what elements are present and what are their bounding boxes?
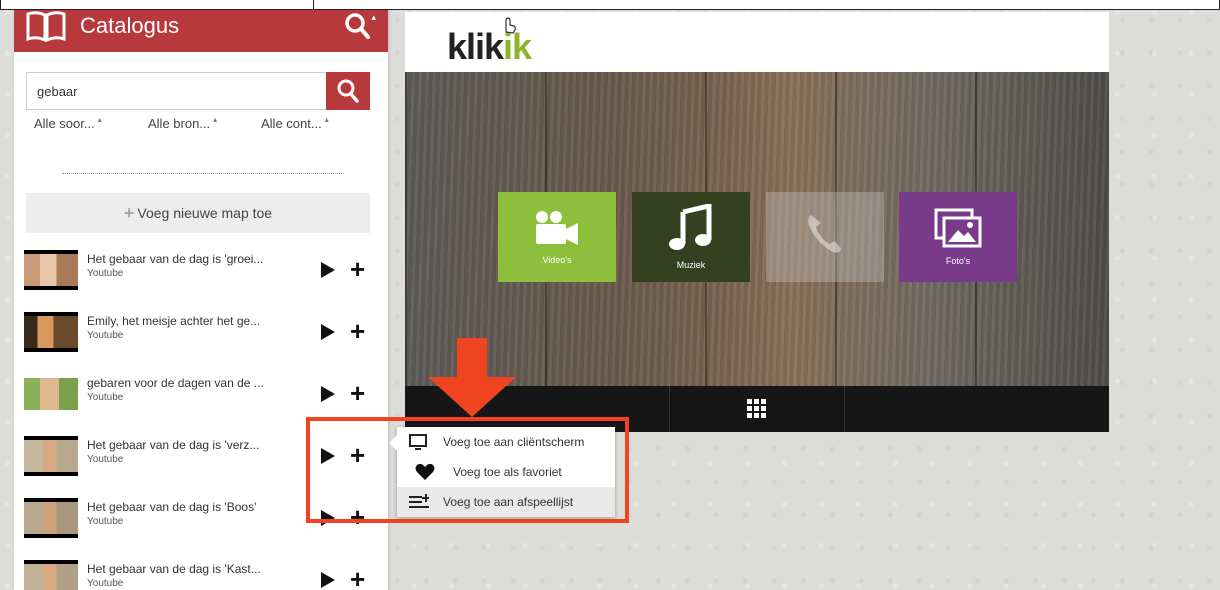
- annotation-arrow-stem: [457, 338, 487, 378]
- list-item[interactable]: Het gebaar van de dag is 'Kast... Youtub…: [24, 560, 380, 590]
- menu-item-label: Voeg toe aan afspeellijst: [443, 495, 574, 509]
- item-source: Youtube: [87, 578, 124, 589]
- divider: [62, 173, 344, 174]
- video-thumbnail: [24, 436, 78, 476]
- item-source: Youtube: [87, 454, 124, 465]
- tile-photos[interactable]: Foto's: [899, 192, 1017, 282]
- play-icon[interactable]: [320, 385, 336, 403]
- item-source: Youtube: [87, 268, 124, 279]
- tile-label: Video's: [542, 255, 572, 265]
- tile-label: Muziek: [676, 260, 706, 270]
- caret-up-icon: ▴: [213, 115, 218, 124]
- top-frame: [0, 0, 1220, 10]
- item-title: Emily, het meisje achter het ge...: [87, 314, 261, 328]
- video-camera-icon: [536, 211, 578, 245]
- tile-phone[interactable]: [766, 192, 884, 282]
- add-plus-button[interactable]: +: [350, 318, 365, 344]
- photos-icon: [934, 208, 982, 248]
- heart-icon: [415, 463, 435, 480]
- add-plus-button[interactable]: +: [350, 256, 365, 282]
- popup-notch: [389, 435, 397, 451]
- tile-videos[interactable]: Video's: [498, 192, 616, 282]
- tile-music[interactable]: Muziek: [632, 192, 750, 282]
- phone-icon: [808, 215, 841, 253]
- annotation-arrow-head: [428, 377, 516, 417]
- item-source: Youtube: [87, 392, 124, 403]
- caret-up-icon: ▴: [324, 115, 329, 124]
- video-thumbnail: [24, 312, 78, 352]
- list-item[interactable]: Emily, het meisje achter het ge... Youtu…: [24, 312, 380, 364]
- list-item[interactable]: Het gebaar van de dag is 'groei... Youtu…: [24, 250, 380, 302]
- menu-item-label: Voeg toe als favoriet: [453, 465, 562, 479]
- add-to-menu: Voeg toe aan cliëntscherm Voeg toe als f…: [389, 427, 615, 517]
- video-thumbnail: [24, 374, 78, 414]
- filter-row: Alle soor... ▴ Alle bron... ▴ Alle cont...…: [34, 115, 374, 136]
- monitor-icon: [409, 434, 427, 450]
- item-title: Het gebaar van de dag is 'Boos': [87, 500, 257, 514]
- caret-up-icon: ▴: [371, 12, 376, 22]
- top-frame-divider: [313, 0, 314, 10]
- search-icon: [337, 79, 359, 103]
- play-icon[interactable]: [320, 571, 336, 589]
- wood-background: Video's Muziek Foto's: [405, 72, 1109, 386]
- caret-up-icon: ▴: [97, 115, 102, 124]
- video-thumbnail: [24, 250, 78, 290]
- item-title: Het gebaar van de dag is 'verz...: [87, 438, 260, 452]
- search-input[interactable]: [26, 72, 326, 110]
- add-plus-button[interactable]: +: [350, 566, 365, 590]
- item-source: Youtube: [87, 516, 124, 527]
- filter-content-select[interactable]: Alle cont... ▴: [261, 115, 329, 131]
- filter-source-select[interactable]: Alle bron... ▴: [148, 115, 218, 131]
- play-icon[interactable]: [320, 323, 336, 341]
- search-icon[interactable]: [344, 12, 370, 40]
- menu-item-add-to-client-screen[interactable]: Voeg toe aan cliëntscherm: [397, 427, 615, 457]
- hand-cursor-icon: [505, 17, 516, 34]
- video-thumbnail: [24, 560, 78, 590]
- add-folder-label: Voeg nieuwe map toe: [137, 205, 273, 221]
- item-title: gebaren voor de dagen van de ...: [87, 376, 264, 390]
- sidebar-title: Catalogus: [80, 13, 180, 38]
- video-thumbnail: [24, 498, 78, 538]
- menu-item-label: Voeg toe aan cliëntscherm: [443, 435, 585, 449]
- grid-menu-icon[interactable]: [747, 399, 767, 419]
- menu-item-add-favorite[interactable]: Voeg toe als favoriet: [397, 457, 615, 487]
- klikik-logo: klikik: [447, 26, 532, 67]
- tile-label: Foto's: [945, 256, 971, 266]
- music-note-icon: [669, 204, 712, 250]
- playlist-add-icon: [409, 494, 429, 508]
- item-title: Het gebaar van de dag is 'Kast...: [87, 562, 261, 576]
- plus-icon: +: [123, 202, 135, 223]
- search-bar: [26, 72, 370, 110]
- menu-item-add-to-playlist[interactable]: Voeg toe aan afspeellijst: [397, 487, 615, 517]
- client-screen-preview: klikik Video's Muziek Foto's: [405, 12, 1109, 432]
- item-title: Het gebaar van de dag is 'groei...: [87, 252, 264, 266]
- add-plus-button[interactable]: +: [350, 380, 365, 406]
- device-header: klikik: [405, 12, 1109, 72]
- book-icon: [26, 11, 66, 42]
- item-source: Youtube: [87, 330, 124, 341]
- search-button[interactable]: [326, 72, 370, 110]
- filter-type-select[interactable]: Alle soor... ▴: [34, 115, 102, 131]
- play-icon[interactable]: [320, 261, 336, 279]
- add-folder-button[interactable]: + Voeg nieuwe map toe: [26, 193, 370, 233]
